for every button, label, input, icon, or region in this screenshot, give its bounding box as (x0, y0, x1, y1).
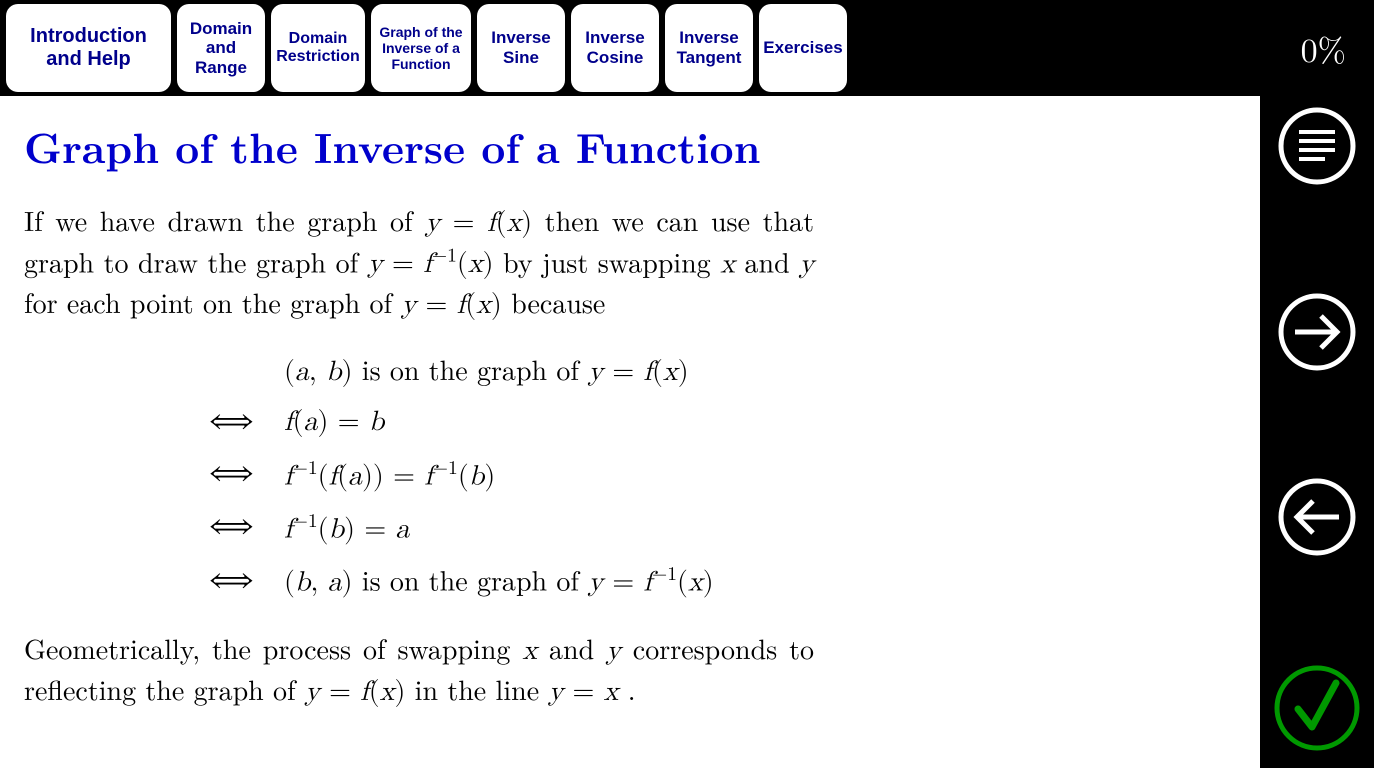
check-icon (1272, 663, 1362, 753)
tab-bar: Introduction and Help Domain and Range D… (0, 0, 1374, 96)
paragraph-1: If we have drawn the graph of y = f(x) t… (24, 202, 814, 325)
tab-inverse-tangent[interactable]: Inverse Tangent (665, 4, 753, 92)
progress-percent: 0% (1301, 24, 1368, 72)
paragraph-2: Geometrically, the process of swapping x… (24, 630, 814, 712)
tab-domain-range[interactable]: Domain and Range (177, 4, 265, 92)
tab-intro-help[interactable]: Introduction and Help (6, 4, 171, 92)
menu-icon (1277, 106, 1357, 186)
tab-inverse-cosine[interactable]: Inverse Cosine (571, 4, 659, 92)
sidebar (1260, 96, 1374, 768)
derivation-block: (a, b) is on the graph of y = f(x) ⟺ f(a… (24, 355, 1230, 600)
check-button[interactable] (1272, 663, 1362, 758)
page-title: Graph of the Inverse of a Function (24, 116, 1230, 176)
menu-button[interactable] (1277, 106, 1357, 191)
next-icon (1277, 292, 1357, 372)
prev-button[interactable] (1277, 477, 1357, 562)
tab-exercises[interactable]: Exercises (759, 4, 847, 92)
tab-inverse-sine[interactable]: Inverse Sine (477, 4, 565, 92)
prev-icon (1277, 477, 1357, 557)
tab-domain-restriction[interactable]: Domain Restriction (271, 4, 365, 92)
tab-graph-inverse[interactable]: Graph of the Inverse of a Function (371, 4, 471, 92)
next-button[interactable] (1277, 292, 1357, 377)
content-area: Graph of the Inverse of a Function If we… (0, 96, 1260, 768)
